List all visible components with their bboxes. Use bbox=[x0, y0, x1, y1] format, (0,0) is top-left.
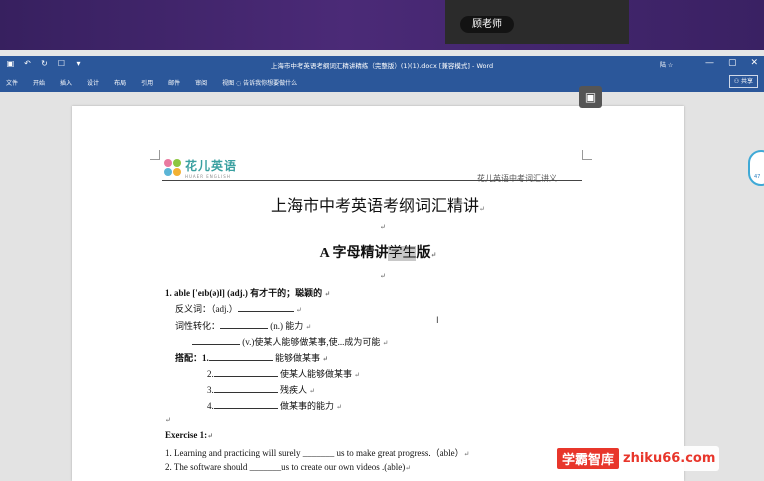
document-page[interactable]: 花儿英语 HUAER ENGLISH 花儿英语中考词汇讲义 上海市中考英语考纲词… bbox=[72, 106, 684, 481]
person-icon: ⚇ bbox=[733, 78, 741, 85]
share-label: 共享 bbox=[740, 78, 753, 85]
huaer-logo: 花儿英语 HUAER ENGLISH bbox=[164, 157, 237, 179]
header-rule bbox=[162, 180, 582, 181]
tab-mailings[interactable]: 邮件 bbox=[168, 78, 180, 87]
window-controls: — ▢ ✕ bbox=[705, 58, 758, 68]
watermark-url: zhiku66.com bbox=[623, 451, 716, 466]
share-button[interactable]: ⚇ 共享 bbox=[728, 75, 758, 88]
document-title-heading: 上海市中考英语考纲词汇精讲↵ bbox=[271, 198, 485, 215]
close-button[interactable]: ✕ bbox=[750, 58, 758, 68]
minimize-button[interactable]: — bbox=[705, 58, 714, 68]
tell-me-search[interactable]: ◌ 告诉我你想要做什么 bbox=[236, 78, 297, 87]
tab-view[interactable]: 视图 bbox=[222, 78, 234, 87]
collocation-line-1: 搭配：1. 能够做某事 ↵ bbox=[175, 353, 329, 363]
exercise-heading: Exercise 1:↵ bbox=[165, 430, 213, 440]
side-float-widget[interactable]: 47 bbox=[748, 150, 764, 186]
tab-references[interactable]: 引用 bbox=[141, 78, 153, 87]
paragraph-mark: ↵ bbox=[380, 272, 386, 280]
logo-text: 花儿英语 bbox=[185, 159, 238, 173]
tab-review[interactable]: 审阅 bbox=[195, 78, 207, 87]
paragraph-mark: ↵ bbox=[165, 416, 171, 424]
tab-layout[interactable]: 布局 bbox=[114, 78, 126, 87]
tell-me-label: 告诉我你想要做什么 bbox=[243, 80, 298, 87]
tab-list: 文件 开始 插入 设计 布局 引用 邮件 审阅 视图 bbox=[6, 78, 234, 87]
user-account[interactable]: 陆 ☆ bbox=[660, 60, 673, 69]
margin-corner-mark bbox=[582, 150, 592, 160]
flower-logo-icon bbox=[164, 159, 182, 177]
tab-design[interactable]: 设计 bbox=[87, 78, 99, 87]
conversion-verb-line: (v.)使某人能够做某事,使...成为可能 ↵ bbox=[192, 335, 389, 348]
header-right-text: 花儿英语中考词汇讲义 bbox=[477, 174, 557, 183]
margin-corner-mark bbox=[150, 150, 160, 160]
watermark-badge: 学霸智库 bbox=[557, 448, 620, 469]
exercise-item-1: 1. Learning and practicing will surely _… bbox=[165, 448, 470, 458]
text-cursor-icon: I bbox=[436, 316, 439, 326]
conversion-line: 词性转化： (n.) 能力 ↵ bbox=[175, 321, 312, 331]
collocation-line-2: 2. 使某人能够做某事 ↵ bbox=[207, 369, 361, 379]
logo-subtext: HUAER ENGLISH bbox=[185, 174, 231, 179]
document-title: 上海市中考英语考纲词汇精讲精练（完整版）(1)(1).docx [兼容模式] -… bbox=[270, 62, 494, 70]
maximize-button[interactable]: ▢ bbox=[728, 58, 737, 68]
antonym-line: 反义词：（adj.） ↵ bbox=[175, 304, 302, 314]
tab-home[interactable]: 开始 bbox=[33, 78, 45, 87]
site-watermark: 学霸智库 zhiku66.com bbox=[553, 446, 720, 471]
lock-icon[interactable]: ▣ bbox=[579, 86, 602, 108]
teacher-name-badge: 顾老师 bbox=[460, 16, 514, 33]
document-subtitle: A 字母精讲学生版↵ bbox=[319, 246, 437, 261]
tab-file[interactable]: 文件 bbox=[6, 78, 18, 87]
word-title-bar: ▣ ↶ ↻ ☐ ▾ 上海市中考英语考纲词汇精讲精练（完整版）(1)(1).doc… bbox=[0, 56, 764, 72]
ribbon-tabs: 文件 开始 插入 设计 布局 引用 邮件 审阅 视图 ◌ 告诉我你想要做什么 ⚇… bbox=[0, 72, 764, 92]
selected-text[interactable]: 学生 bbox=[388, 246, 417, 261]
presenter-band bbox=[0, 0, 764, 50]
paragraph-mark: ↵ bbox=[380, 223, 386, 231]
collocation-line-3: 3. 残疾人 ↵ bbox=[207, 385, 316, 395]
entry-able-heading: 1. able ['eɪb(ə)l] (adj.) 有才干的；聪颖的 ↵ bbox=[165, 288, 331, 298]
exercise-item-2: 2. The software should _______us to crea… bbox=[165, 462, 412, 472]
collocation-line-4: 4. 做某事的能力 ↵ bbox=[207, 401, 343, 411]
tab-insert[interactable]: 插入 bbox=[60, 78, 72, 87]
